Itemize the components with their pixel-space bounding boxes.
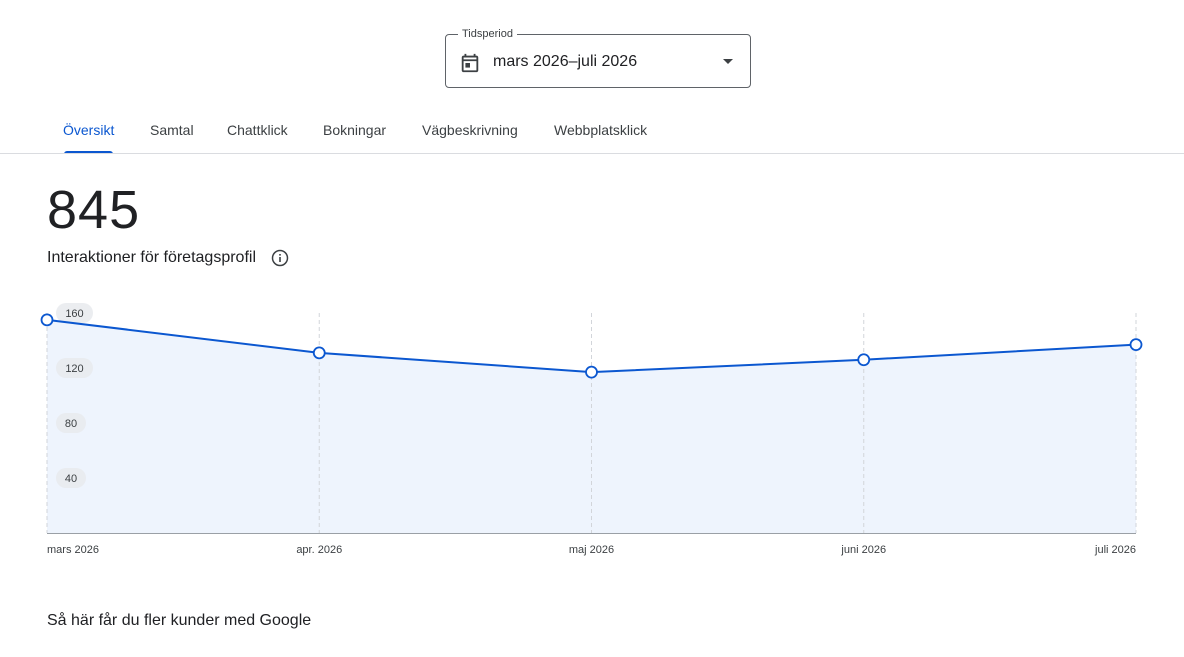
tab-webbplatsklick[interactable]: Webbplatsklick (554, 112, 647, 154)
cta-heading: Så här får du fler kunder med Google (47, 612, 312, 629)
chart-point (857, 353, 871, 367)
chevron-down-icon (723, 59, 733, 64)
calendar-icon (461, 53, 479, 73)
x-tick-label: mars 2026 (47, 544, 99, 556)
x-tick-label: juli 2026 (1094, 544, 1136, 556)
period-label: Tidsperiod (458, 27, 517, 41)
y-tick-label: 160 (65, 308, 83, 320)
chart-point (40, 313, 54, 327)
y-tick-label: 80 (65, 418, 77, 430)
metric-label: Interaktioner för företagsprofil (47, 249, 256, 266)
y-tick-label: 120 (65, 363, 83, 375)
insights-page: Tidsperiod mars 2026–juli 2026 Översikt … (0, 0, 1184, 657)
period-value: mars 2026–juli 2026 (493, 53, 638, 70)
tab-oversikt[interactable]: Översikt (63, 112, 114, 154)
period-selector[interactable]: Tidsperiod mars 2026–juli 2026 (445, 27, 751, 88)
x-tick-label: maj 2026 (569, 544, 614, 556)
chart-point (312, 346, 326, 360)
tab-vagbeskrivning[interactable]: Vägbeskrivning (422, 112, 518, 154)
tab-chattklick[interactable]: Chattklick (227, 112, 288, 154)
y-tick-label: 40 (65, 473, 77, 485)
x-tick-label: apr. 2026 (296, 544, 342, 556)
tab-samtal[interactable]: Samtal (150, 112, 194, 154)
tabs-divider (0, 153, 1184, 154)
tab-label: Översikt (63, 122, 115, 138)
tab-bokningar[interactable]: Bokningar (323, 112, 386, 154)
tab-label: Vägbeskrivning (422, 122, 518, 138)
tab-label: Webbplatsklick (554, 122, 648, 138)
metric-value: 845 (47, 180, 141, 240)
tab-label: Chattklick (227, 122, 288, 138)
chart-point (1129, 338, 1143, 352)
info-icon[interactable] (271, 249, 289, 267)
chart-point (585, 365, 598, 379)
x-tick-label: juni 2026 (840, 544, 886, 556)
interactions-chart: 160 120 80 40 mars 2026 apr. 2026 maj 2026 juni… (40, 303, 1143, 556)
tab-label: Bokningar (323, 122, 387, 138)
tab-label: Samtal (150, 122, 194, 138)
